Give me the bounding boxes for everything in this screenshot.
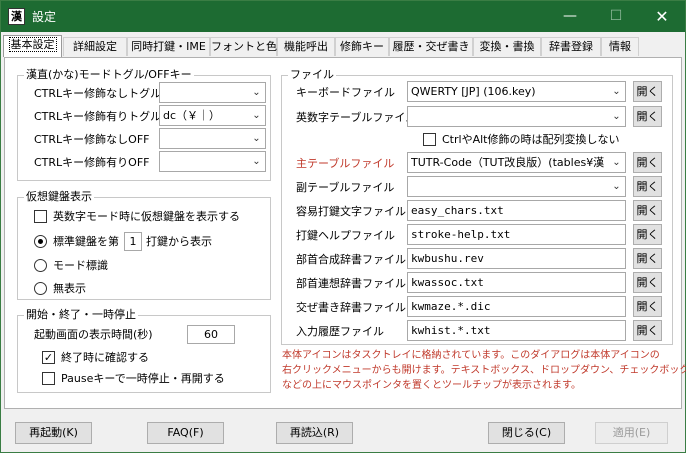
bushu-comp-field[interactable]: kwbushu.rev <box>407 248 626 269</box>
history-file-field[interactable]: kwhist.*.txt <box>407 320 626 341</box>
mode-indicator-label: モード標識 <box>53 259 108 272</box>
ctrl-alt-no-convert-checkbox[interactable] <box>423 133 436 146</box>
window-title: 設定 <box>32 10 57 24</box>
sub-table-label: 副テーブルファイル <box>296 181 395 194</box>
note-line: 右クリックメニューからも開けます。テキストボックス、ドロップダウン、チェックボッ… <box>282 365 686 376</box>
standard-vkb-suffix: 打鍵から表示 <box>146 235 212 248</box>
settings-window: 漢 設定 — ☐ ✕ 基本設定 詳細設定 同時打鍵・IME フォントと色 機能呼… <box>0 0 686 453</box>
mazegaki-open-button[interactable]: 開く <box>633 296 662 317</box>
mode-indicator-radio[interactable] <box>34 259 47 272</box>
pause-key-label: Pauseキーで一時停止・再開する <box>61 372 225 385</box>
bushu-comp-open-button[interactable]: 開く <box>633 248 662 269</box>
chevron-down-icon: ⌄ <box>608 153 625 172</box>
ctrl-with-off-label: CTRLキー修飾有りOFF <box>34 156 150 169</box>
history-file-open-button[interactable]: 開く <box>633 320 662 341</box>
main-table-open-button[interactable]: 開く <box>633 152 662 173</box>
no-display-label: 無表示 <box>53 282 86 295</box>
main-table-label: 主テーブルファイル <box>296 157 395 170</box>
bushu-assoc-label: 部首連想辞書ファイル <box>296 277 406 290</box>
maximize-button: ☐ <box>609 8 623 24</box>
standard-vkb-prefix: 標準鍵盤を第 <box>53 235 119 248</box>
virtual-keyboard-title: 仮想鍵盤表示 <box>24 190 94 204</box>
easy-chars-open-button[interactable]: 開く <box>633 200 662 221</box>
bushu-comp-label: 部首合成辞書ファイル <box>296 253 406 266</box>
tray-icon-note: 本体アイコンはタスクトレイに格納されています。このダイアログは本体アイコンの 右… <box>282 348 686 393</box>
tab-detail-settings[interactable]: 詳細設定 <box>63 37 127 56</box>
app-icon: 漢 <box>8 8 25 25</box>
display-time-field[interactable]: 60 <box>187 325 235 344</box>
faq-button[interactable]: FAQ(F) <box>147 422 224 444</box>
main-table-select[interactable]: TUTR-Code（TUT改良版）(tables¥漢 ⌄ <box>407 152 626 173</box>
stroke-help-open-button[interactable]: 開く <box>633 224 662 245</box>
virtual-keyboard-group: 仮想鍵盤表示 英数字モード時に仮想鍵盤を表示する 標準鍵盤を第 1 打鍵から表示… <box>17 190 271 300</box>
standard-vkb-stroke-field[interactable]: 1 <box>124 232 142 251</box>
pause-key-checkbox[interactable] <box>42 372 55 385</box>
tab-modifier-keys[interactable]: 修飾キー <box>335 37 389 56</box>
chevron-down-icon: ⌄ <box>608 177 625 196</box>
history-file-label: 入力履歴ファイル <box>296 325 384 338</box>
ctrl-none-toggle-label: CTRLキー修飾なしトグル <box>34 87 162 100</box>
tab-simultaneous-ime[interactable]: 同時打鍵・IME <box>127 37 210 56</box>
bushu-assoc-field[interactable]: kwassoc.txt <box>407 272 626 293</box>
tab-font-color[interactable]: フォントと色 <box>210 37 277 56</box>
chevron-down-icon: ⌄ <box>248 83 265 102</box>
chevron-down-icon: ⌄ <box>608 82 625 101</box>
sub-table-open-button[interactable]: 開く <box>633 176 662 197</box>
tab-history-mazegaki[interactable]: 履歴・交ぜ書き <box>389 37 473 56</box>
ctrl-with-off-select[interactable]: ⌄ <box>159 151 266 172</box>
restart-button[interactable]: 再起動(K) <box>15 422 92 444</box>
chevron-down-icon: ⌄ <box>248 129 265 148</box>
confirm-exit-label: 終了時に確認する <box>61 351 149 364</box>
alnum-table-label: 英数字テーブルファイル <box>296 111 417 124</box>
alpha-mode-vkb-label: 英数字モード時に仮想鍵盤を表示する <box>53 210 240 223</box>
tab-function-call[interactable]: 機能呼出 <box>277 37 335 56</box>
close-button[interactable]: 閉じる(C) <box>488 422 565 444</box>
alpha-mode-vkb-checkbox[interactable] <box>34 210 47 223</box>
stroke-help-label: 打鍵ヘルプファイル <box>296 229 395 242</box>
chevron-down-icon: ⌄ <box>248 106 265 125</box>
easy-chars-field[interactable]: easy_chars.txt <box>407 200 626 221</box>
ctrl-with-toggle-select[interactable]: dc（￥｜） ⌄ <box>159 105 266 126</box>
files-title: ファイル <box>288 68 336 82</box>
chevron-down-icon: ⌄ <box>608 107 625 126</box>
tab-basic-settings[interactable]: 基本設定 <box>3 35 62 57</box>
tab-convert-rewrite[interactable]: 変換・書換 <box>473 37 541 56</box>
apply-button: 適用(E) <box>595 422 668 444</box>
note-line: などの上にマウスポインタを置くとツールチップが表示されます。 <box>282 380 581 391</box>
mazegaki-label: 交ぜ書き辞書ファイル <box>296 301 406 314</box>
startup-title: 開始・終了・一時停止 <box>24 308 138 322</box>
ctrl-alt-no-convert-label: CtrlやAlt修飾の時は配列変換しない <box>442 133 620 146</box>
alnum-table-open-button[interactable]: 開く <box>633 106 662 127</box>
stroke-help-field[interactable]: stroke-help.txt <box>407 224 626 245</box>
chevron-down-icon: ⌄ <box>248 152 265 171</box>
tab-dictionary-register[interactable]: 辞書登録 <box>541 37 601 56</box>
note-line: 本体アイコンはタスクトレイに格納されています。このダイアログは本体アイコンの <box>282 350 660 361</box>
keyboard-file-select[interactable]: QWERTY [JP] (106.key) ⌄ <box>407 81 626 102</box>
ctrl-with-toggle-label: CTRLキー修飾有りトグル <box>34 110 162 123</box>
mode-toggle-group: 漢直(かな)モードトグル/OFFキー CTRLキー修飾なしトグル ⌄ CTRLキ… <box>17 68 271 181</box>
no-display-radio[interactable] <box>34 282 47 295</box>
standard-vkb-radio[interactable] <box>34 235 47 248</box>
close-window-button[interactable]: ✕ <box>639 1 685 32</box>
files-group: ファイル キーボードファイル QWERTY [JP] (106.key) ⌄ 開く… <box>281 68 673 345</box>
mazegaki-field[interactable]: kwmaze.*.dic <box>407 296 626 317</box>
ctrl-none-off-label: CTRLキー修飾なしOFF <box>34 133 150 146</box>
minimize-button[interactable]: — <box>547 1 593 32</box>
startup-group: 開始・終了・一時停止 起動画面の表示時間(秒) 60 ✓ 終了時に確認する Pa… <box>17 308 271 393</box>
tab-info[interactable]: 情報 <box>601 37 639 56</box>
easy-chars-label: 容易打鍵文字ファイル <box>296 205 406 218</box>
keyboard-file-label: キーボードファイル <box>296 86 395 99</box>
keyboard-file-open-button[interactable]: 開く <box>633 81 662 102</box>
title-bar[interactable]: 漢 設定 — ☐ ✕ <box>1 1 685 32</box>
display-time-label: 起動画面の表示時間(秒) <box>34 328 153 341</box>
reload-button[interactable]: 再読込(R) <box>276 422 353 444</box>
basic-settings-panel: 漢直(かな)モードトグル/OFFキー CTRLキー修飾なしトグル ⌄ CTRLキ… <box>4 57 686 409</box>
confirm-exit-checkbox[interactable]: ✓ <box>42 351 55 364</box>
ctrl-none-off-select[interactable]: ⌄ <box>159 128 266 149</box>
mode-toggle-title: 漢直(かな)モードトグル/OFFキー <box>24 68 194 82</box>
bushu-assoc-open-button[interactable]: 開く <box>633 272 662 293</box>
alnum-table-select[interactable]: ⌄ <box>407 106 626 127</box>
ctrl-none-toggle-select[interactable]: ⌄ <box>159 82 266 103</box>
sub-table-select[interactable]: ⌄ <box>407 176 626 197</box>
